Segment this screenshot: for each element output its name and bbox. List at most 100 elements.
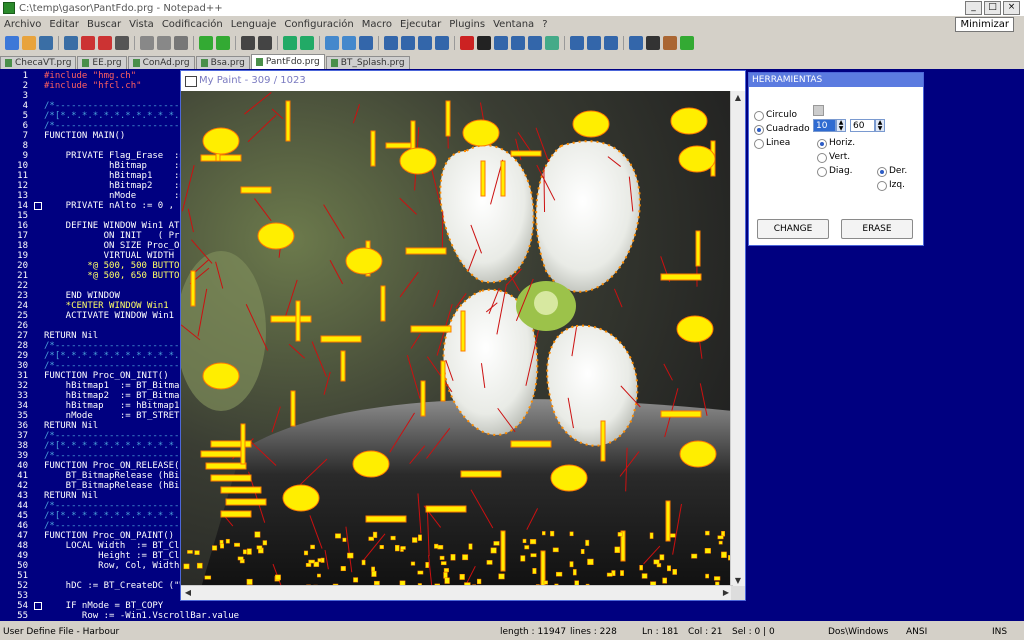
code-line[interactable]: ACTIVATE WINDOW Win1 <box>44 311 174 321</box>
zoom-in-icon[interactable] <box>283 36 297 50</box>
code-line[interactable]: END WINDOW <box>44 291 120 301</box>
code-line[interactable]: *@ 500, 500 BUTTON <box>44 261 185 271</box>
color-swatch[interactable] <box>813 105 824 116</box>
menu-item-11[interactable]: ? <box>538 19 551 30</box>
find-icon[interactable] <box>241 36 255 50</box>
maximize-button[interactable]: □ <box>984 1 1001 15</box>
all-chars-icon[interactable] <box>384 36 398 50</box>
menu-item-2[interactable]: Buscar <box>83 19 125 30</box>
play-macro-icon[interactable] <box>494 36 508 50</box>
copy-icon[interactable] <box>157 36 171 50</box>
code-line[interactable]: hBitmap1 := 0 <box>44 171 196 181</box>
code-line[interactable]: FUNCTION Proc_ON_INIT() <box>44 371 169 381</box>
zoom-out-icon[interactable] <box>300 36 314 50</box>
new-file-icon[interactable] <box>5 36 19 50</box>
code-line[interactable]: FUNCTION Proc_ON_PAINT() <box>44 531 174 541</box>
code-line[interactable]: *CENTER WINDOW Win1 <box>44 301 169 311</box>
record-macro-icon[interactable] <box>460 36 474 50</box>
menu-item-9[interactable]: Plugins <box>445 19 489 30</box>
open-file-icon[interactable] <box>22 36 36 50</box>
code-line[interactable]: Row := -Win1.VscrollBar.value <box>44 611 239 621</box>
paint-canvas[interactable] <box>181 91 733 588</box>
size-2-spinner[interactable]: ▲ ▼ <box>875 119 885 132</box>
menu-item-5[interactable]: Lenguaje <box>227 19 281 30</box>
menu-item-1[interactable]: Editar <box>45 19 83 30</box>
paste-icon[interactable] <box>174 36 188 50</box>
print-icon[interactable] <box>115 36 129 50</box>
minimize-button[interactable]: _ <box>965 1 982 15</box>
menu-item-7[interactable]: Macro <box>358 19 396 30</box>
menu-item-10[interactable]: Ventana <box>489 19 538 30</box>
size-1-spinner[interactable]: ▲ ▼ <box>836 119 846 132</box>
code-line[interactable]: RETURN Nil <box>44 491 98 501</box>
erase-button[interactable]: ERASE <box>841 219 913 239</box>
change-button[interactable]: CHANGE <box>757 219 829 239</box>
size-input-2[interactable]: 60 <box>850 119 875 132</box>
undo-icon[interactable] <box>199 36 213 50</box>
paint-horizontal-scrollbar[interactable]: ◀ ▶ <box>181 585 733 600</box>
indent-guide-icon[interactable] <box>401 36 415 50</box>
size-input-1[interactable]: 10 <box>813 119 836 132</box>
radio-izq[interactable] <box>877 181 887 191</box>
code-line[interactable]: hBitmap2 := 0 <box>44 181 196 191</box>
fold-marker-icon[interactable] <box>34 602 42 610</box>
ds-icon[interactable] <box>646 36 660 50</box>
code-line[interactable]: #include "hmg.ch" <box>44 71 136 81</box>
tab-1[interactable]: EE.prg <box>77 56 127 69</box>
paint-vertical-scrollbar[interactable]: ▲ ▼ <box>730 91 745 588</box>
fold-marker-icon[interactable] <box>34 202 42 210</box>
menu-item-4[interactable]: Codificación <box>158 19 227 30</box>
code-line[interactable]: nMode := 0 <box>44 191 196 201</box>
sync-v-icon[interactable] <box>325 36 339 50</box>
down-icon[interactable] <box>629 36 643 50</box>
tab-2[interactable]: ConAd.prg <box>127 56 195 69</box>
close-all-icon[interactable] <box>98 36 112 50</box>
radio-vert[interactable] <box>817 153 827 163</box>
save-all-icon[interactable] <box>64 36 78 50</box>
radio-circulo[interactable] <box>754 111 764 121</box>
code-line[interactable]: FUNCTION MAIN() <box>44 131 125 141</box>
radio-diag[interactable] <box>817 167 827 177</box>
wrap-icon[interactable] <box>359 36 373 50</box>
spell-icon[interactable] <box>663 36 677 50</box>
save-macro-icon[interactable] <box>528 36 542 50</box>
menu-item-0[interactable]: Archivo <box>0 19 45 30</box>
radio-der[interactable] <box>877 167 887 177</box>
sync-h-icon[interactable] <box>342 36 356 50</box>
code-line[interactable]: FUNCTION Proc_ON_RELEASE() <box>44 461 185 471</box>
scroll-up-arrow[interactable]: ▲ <box>731 91 745 105</box>
tab-4[interactable]: PantFdo.prg <box>250 54 325 69</box>
radio-linea[interactable] <box>754 139 764 149</box>
fold-icon[interactable] <box>570 36 584 50</box>
doc-map-icon[interactable] <box>435 36 449 50</box>
cut-icon[interactable] <box>140 36 154 50</box>
redo-icon[interactable] <box>216 36 230 50</box>
up-icon[interactable] <box>604 36 618 50</box>
code-line[interactable]: #include "hfcl.ch" <box>44 81 142 91</box>
tab-5[interactable]: BT_Splash.prg <box>325 56 410 69</box>
close-button[interactable]: × <box>1003 1 1020 15</box>
tab-3[interactable]: Bsa.prg <box>195 56 250 69</box>
scroll-left-arrow[interactable]: ◀ <box>181 586 195 600</box>
code-line[interactable]: hBitmap := hBitmap1 <box>44 401 180 411</box>
menu-item-8[interactable]: Ejecutar <box>396 19 445 30</box>
unfold-icon[interactable] <box>587 36 601 50</box>
replace-icon[interactable] <box>258 36 272 50</box>
stop-macro-icon[interactable] <box>477 36 491 50</box>
menu-item-3[interactable]: Vista <box>125 19 158 30</box>
save-icon[interactable] <box>39 36 53 50</box>
code-line[interactable]: RETURN Nil <box>44 331 98 341</box>
radio-horiz[interactable] <box>817 139 827 149</box>
run-macro-multiple-icon[interactable] <box>511 36 525 50</box>
code-line[interactable]: hBitmap := 0 <box>44 161 196 171</box>
radio-cuadrado[interactable] <box>754 125 764 135</box>
udl-icon[interactable] <box>418 36 432 50</box>
code-line[interactable]: nMode := BT_STRETCH <box>44 411 191 421</box>
code-line[interactable]: DEFINE WINDOW Win1 AT 0,0 <box>44 221 201 231</box>
check-icon[interactable] <box>680 36 694 50</box>
code-line[interactable]: IF nMode = BT_COPY <box>44 601 164 611</box>
close-icon[interactable] <box>81 36 95 50</box>
menu-item-6[interactable]: Configuración <box>280 19 357 30</box>
code-line[interactable]: RETURN Nil <box>44 421 98 431</box>
tab-0[interactable]: ChecaVT.prg <box>0 56 77 69</box>
